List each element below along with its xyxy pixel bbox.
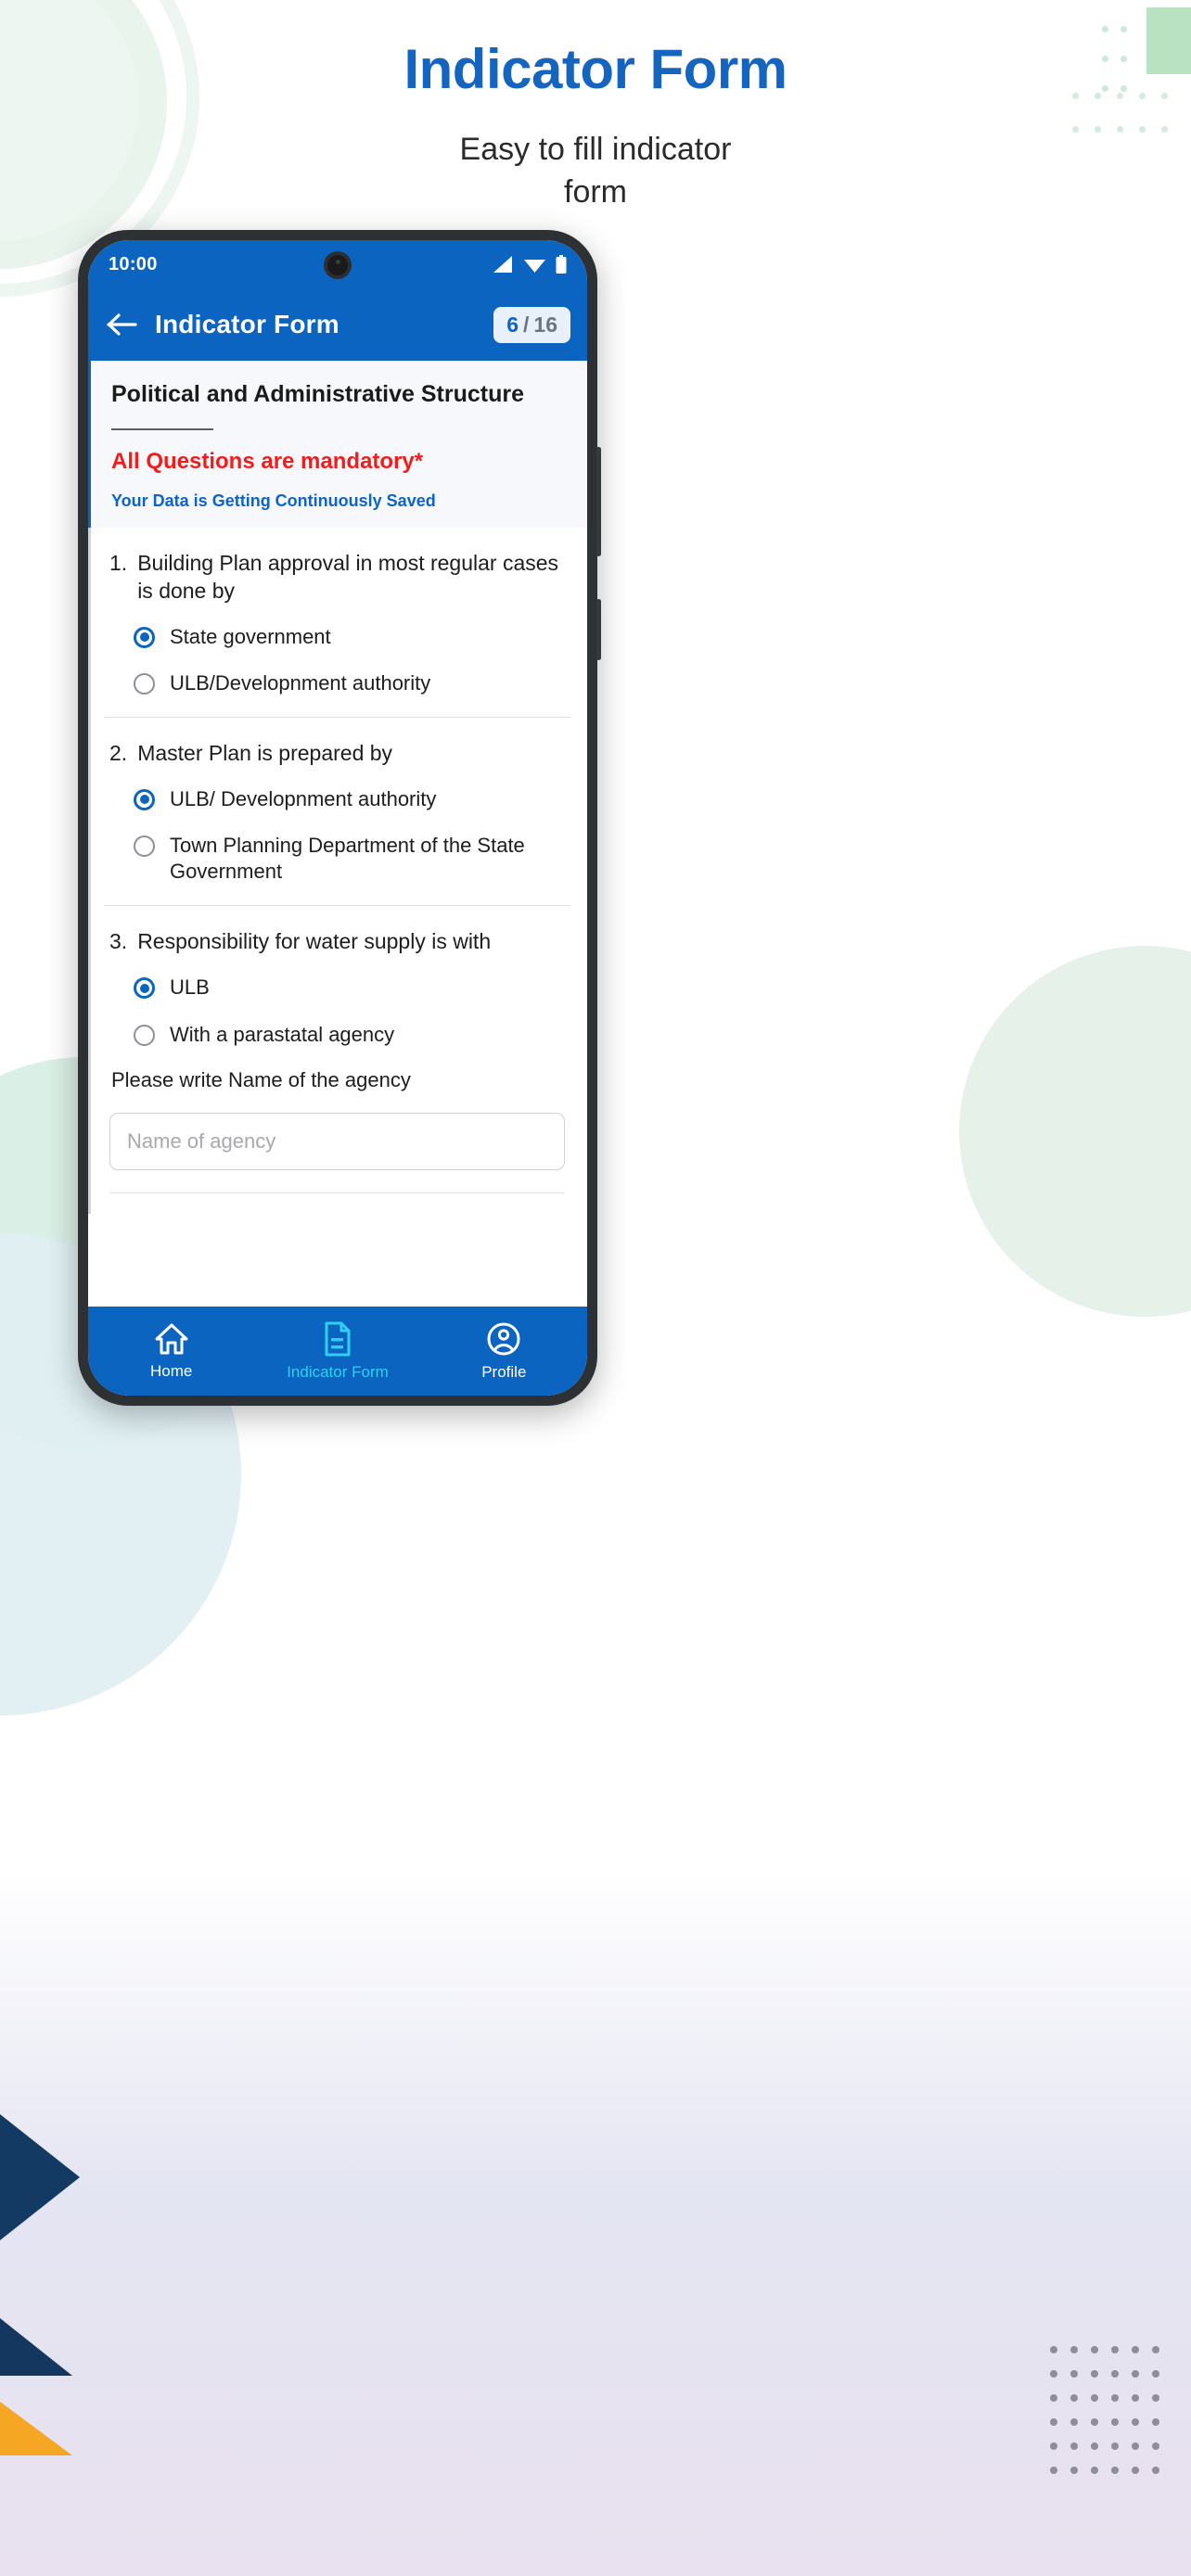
question-text-row: 2. Master Plan is prepared by — [109, 740, 565, 768]
option-label: State government — [170, 624, 331, 648]
back-arrow-icon[interactable] — [107, 312, 138, 337]
question-text-row: 1. Building Plan approval in most regula… — [109, 550, 565, 606]
app-bar: Indicator Form 6 / 16 — [88, 288, 587, 361]
radio-option[interactable]: State government — [109, 624, 565, 650]
page-subtitle-line2: form — [564, 173, 627, 210]
question-text: Master Plan is prepared by — [137, 741, 393, 766]
question-text: Responsibility for water supply is with — [137, 929, 492, 954]
section-title: Political and Administrative Structure — [111, 381, 525, 407]
nav-label-home: Home — [149, 1361, 193, 1380]
questions-list: 1. Building Plan approval in most regula… — [88, 528, 587, 1214]
page-subtitle-line1: Easy to fill indicator — [459, 132, 732, 167]
navy-triangle-secondary-decoration — [0, 2318, 72, 2376]
agency-name-input[interactable]: Name of agency — [109, 1112, 565, 1170]
radio-button[interactable] — [134, 835, 155, 858]
blob-right-decoration — [959, 946, 1191, 1317]
question-text: Building Plan approval in most regular c… — [137, 551, 559, 603]
autosave-notice: Your Data is Getting Continuously Saved — [111, 491, 436, 510]
home-icon — [154, 1322, 189, 1356]
page-subtitle: Easy to fill indicator form — [0, 129, 1191, 214]
question-number: 2. — [109, 741, 128, 766]
document-icon — [322, 1321, 353, 1357]
counter-separator: / — [523, 312, 530, 337]
bottom-gradient-decoration — [0, 1871, 1191, 2576]
question-divider — [109, 1192, 565, 1193]
option-group: ULB/ Developnment authority Town Plannin… — [109, 786, 565, 885]
navy-triangle-decoration — [0, 2114, 80, 2240]
radio-button-selected[interactable] — [134, 788, 155, 810]
radio-button-selected[interactable] — [134, 626, 155, 648]
page-title: Indicator Form — [403, 38, 788, 100]
question-item: 2. Master Plan is prepared by ULB/ Devel… — [104, 717, 570, 905]
camera-punch-hole — [324, 251, 352, 279]
option-group: ULB With a parastatal agency — [109, 975, 565, 1047]
form-content: Political and Administrative Structure A… — [88, 361, 587, 1307]
nav-label-profile: Profile — [481, 1362, 527, 1381]
mandatory-notice: All Questions are mandatory* — [111, 449, 424, 474]
nav-item-indicator-form[interactable]: Indicator Form — [254, 1321, 420, 1382]
radio-option[interactable]: With a parastatal agency — [109, 1022, 565, 1048]
radio-button-selected[interactable] — [134, 977, 155, 1000]
nav-item-home[interactable]: Home — [88, 1322, 254, 1381]
option-label: Town Planning Department of the State Go… — [170, 834, 525, 884]
radio-option[interactable]: ULB/ Developnment authority — [109, 786, 565, 812]
page-counter-badge: 6 / 16 — [493, 306, 570, 343]
counter-total: 16 — [533, 312, 557, 337]
question-number: 3. — [109, 929, 128, 954]
question-item: 1. Building Plan approval in most regula… — [104, 528, 570, 717]
question-text-row: 3. Responsibility for water supply is wi… — [109, 928, 565, 956]
phone-screen: 10:00 Indicator Form 6 / 16 Political an… — [88, 240, 587, 1396]
battery-icon — [556, 255, 567, 274]
signal-icon — [493, 256, 514, 273]
option-label: ULB/Developnment authority — [170, 670, 431, 695]
radio-option[interactable]: ULB/Developnment authority — [109, 670, 565, 696]
option-label: ULB — [170, 976, 210, 1000]
nav-item-profile[interactable]: Profile — [421, 1321, 587, 1382]
profile-icon — [486, 1321, 521, 1357]
radio-button[interactable] — [134, 1024, 155, 1046]
status-time: 10:00 — [109, 253, 158, 274]
option-label: ULB/ Developnment authority — [170, 786, 437, 810]
phone-mockup: 10:00 Indicator Form 6 / 16 Political an… — [78, 230, 601, 1406]
bottom-navigation: Home Indicator Form Profile — [88, 1307, 587, 1396]
radio-button[interactable] — [134, 672, 155, 695]
status-icons — [493, 255, 567, 274]
option-label: With a parastatal agency — [170, 1022, 395, 1046]
dot-grid-bottom-right — [1050, 2346, 1172, 2491]
section-header: Political and Administrative Structure A… — [88, 361, 587, 528]
section-divider — [111, 428, 213, 430]
radio-option[interactable]: ULB — [109, 975, 565, 1001]
nav-label-indicator-form: Indicator Form — [287, 1362, 389, 1381]
agency-name-label: Please write Name of the agency — [111, 1067, 411, 1091]
radio-option[interactable]: Town Planning Department of the State Go… — [109, 833, 565, 885]
app-bar-title: Indicator Form — [155, 310, 339, 338]
status-bar: 10:00 — [88, 240, 587, 288]
yellow-triangle-decoration — [0, 2402, 72, 2455]
counter-current: 6 — [506, 312, 519, 337]
question-number: 1. — [109, 551, 128, 575]
agency-name-placeholder: Name of agency — [127, 1129, 276, 1153]
hero-section: Indicator Form Easy to fill indicator fo… — [0, 0, 1191, 214]
option-group: State government ULB/Developnment author… — [109, 624, 565, 696]
question-item: 3. Responsibility for water supply is wi… — [104, 905, 570, 1213]
wifi-icon — [524, 256, 545, 273]
